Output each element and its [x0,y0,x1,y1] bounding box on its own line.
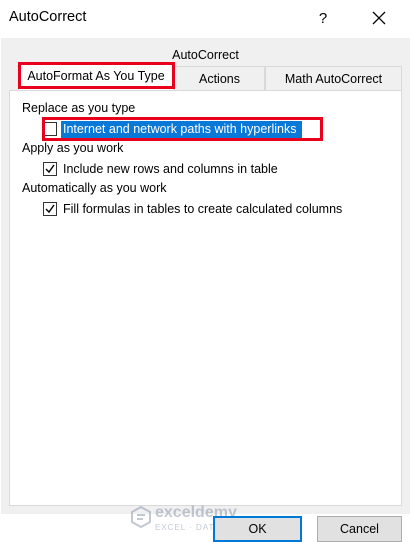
close-icon [372,11,386,25]
tab-math-autocorrect[interactable]: Math AutoCorrect [265,66,402,90]
watermark-logo-icon [131,506,151,528]
cancel-button[interactable]: Cancel [317,516,402,542]
section-heading: Replace as you type [22,101,136,115]
dialog-body: AutoCorrect AutoFormat As You Type Actio… [1,38,410,542]
section-heading: Automatically as you work [22,181,167,195]
option-label: Include new rows and columns in table [63,162,278,176]
help-icon: ? [318,10,328,27]
tab-autoformat-as-you-type[interactable]: AutoFormat As You Type [18,63,174,91]
tab-label: Math AutoCorrect [284,72,383,86]
checkbox[interactable] [43,202,57,216]
group-label: AutoCorrect [172,48,239,62]
tab-actions[interactable]: Actions [174,66,265,90]
checkbox[interactable] [43,162,57,176]
title-bar: AutoCorrect ? [0,0,411,38]
tab-label: AutoFormat As You Type [27,69,165,83]
tab-panel: Replace as you type Internet and network… [9,90,402,506]
close-button[interactable] [366,6,392,32]
checkmark-icon [45,164,55,174]
option-label: Internet and network paths with hyperlin… [61,121,303,138]
cancel-label: Cancel [340,522,379,536]
option-label: Fill formulas in tables to create calcul… [63,202,343,216]
checkbox[interactable] [43,122,57,136]
window-title: AutoCorrect [9,9,87,25]
tab-label: Actions [199,72,240,86]
checkmark-icon [45,204,55,214]
help-button[interactable]: ? [310,6,336,32]
section-heading: Apply as you work [22,141,124,155]
ok-label: OK [248,522,267,536]
ok-button[interactable]: OK [213,516,302,542]
